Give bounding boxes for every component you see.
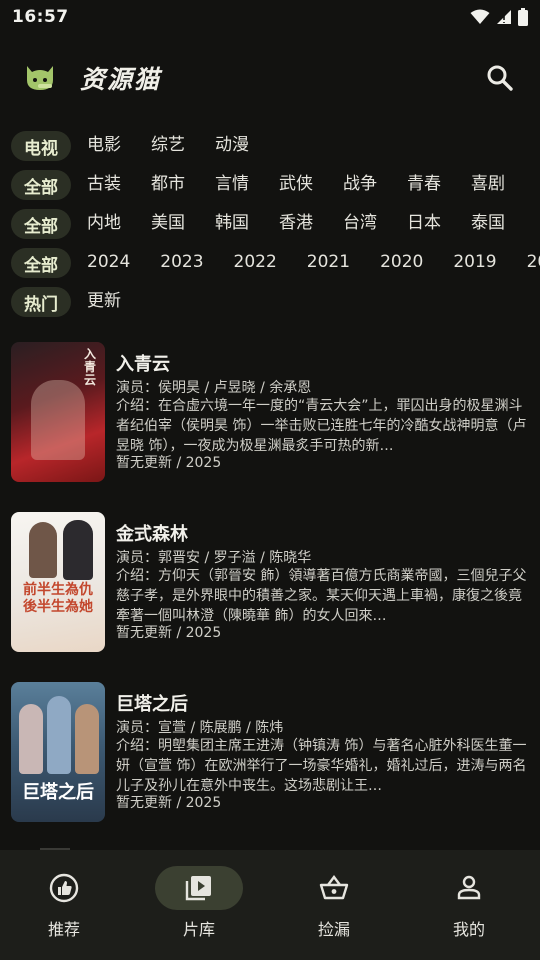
poster-text: 巨塔之后 (22, 782, 94, 803)
nav-label: 片库 (182, 920, 215, 939)
search-icon[interactable] (484, 62, 516, 94)
person-icon (457, 875, 481, 900)
item-title: 金式森林 (116, 524, 188, 545)
app-bar: 资源猫 (0, 44, 540, 112)
filter-option[interactable]: 20 (527, 250, 540, 274)
status-bar: 16:57 (0, 0, 540, 34)
filter-option[interactable]: 2020 (380, 250, 423, 274)
filter-option[interactable]: 更新 (87, 289, 121, 313)
filter-row-region: 全部 内地 美国 韩国 香港 台湾 日本 泰国 (0, 204, 540, 243)
filter-option[interactable]: 2021 (307, 250, 350, 274)
video-library-icon (185, 876, 211, 901)
item-description: 介绍：明塱集团主席王进涛（钟镇涛 饰）与著名心脏外科医生董一妍（宣萱 饰）在欧洲… (116, 738, 527, 794)
signal-icon (497, 10, 511, 24)
nav-item-profile[interactable]: 我的 (405, 850, 540, 960)
filter-option[interactable]: 香港 (279, 211, 313, 235)
filter-option[interactable]: 武侠 (279, 172, 313, 196)
filter-panel: 电视 电影 综艺 动漫 全部 古装 都市 言情 武侠 战争 青春 喜剧 全部 内… (0, 126, 540, 321)
filter-option[interactable]: 综艺 (151, 133, 185, 157)
filter-row-year: 全部 2024 2023 2022 2021 2020 2019 20 (0, 243, 540, 282)
filter-chip-selected[interactable]: 全部 (11, 170, 71, 200)
filter-option[interactable]: 言情 (215, 172, 249, 196)
filter-option[interactable]: 内地 (87, 211, 121, 235)
filter-row-sort: 热门 更新 (0, 282, 540, 321)
filter-option[interactable]: 古装 (87, 172, 121, 196)
item-cast: 演员：郭晋安 / 罗子溢 / 陈晓华 (116, 550, 312, 566)
nav-label: 我的 (452, 920, 485, 939)
filter-option[interactable]: 韩国 (215, 211, 249, 235)
filter-option[interactable]: 青春 (407, 172, 441, 196)
status-icons (470, 8, 528, 26)
filter-option[interactable]: 喜剧 (471, 172, 505, 196)
item-meta: 暂无更新 / 2025 (116, 625, 222, 641)
filter-option[interactable]: 日本 (407, 211, 441, 235)
filter-chip-selected[interactable]: 全部 (11, 248, 71, 278)
item-description: 介绍：在合虚六境一年一度的“青云大会”上，罪囚出身的极星渊斗者纪伯宰（侯明昊 饰… (116, 398, 527, 454)
filter-option[interactable]: 2019 (453, 250, 496, 274)
nav-label: 捡漏 (317, 920, 350, 939)
list-item[interactable]: 巨塔之后 巨塔之后 演员：宣萱 / 陈展鹏 / 陈炜 介绍：明塱集团主席王进涛（… (0, 672, 540, 822)
poster-image: 入青云 (11, 342, 105, 482)
item-cast: 演员：宣萱 / 陈展鹏 / 陈炜 (116, 720, 284, 736)
bottom-nav: 推荐 片库 捡漏 我的 (0, 850, 540, 960)
app-title: 资源猫 (80, 65, 162, 94)
battery-icon (518, 8, 528, 26)
filter-row-genre: 全部 古装 都市 言情 武侠 战争 青春 喜剧 (0, 165, 540, 204)
list-item[interactable]: 入青云 入青云 演员：侯明昊 / 卢昱晓 / 余承恩 介绍：在合虚六境一年一度的… (0, 332, 540, 482)
filter-option[interactable]: 2024 (87, 250, 130, 274)
filter-option[interactable]: 台湾 (343, 211, 377, 235)
filter-option[interactable]: 2022 (234, 250, 277, 274)
filter-row-type: 电视 电影 综艺 动漫 (0, 126, 540, 165)
poster-text: 入青云 (83, 347, 96, 387)
cat-logo-icon (27, 66, 53, 90)
filter-option[interactable]: 动漫 (215, 133, 249, 157)
filter-option[interactable]: 2023 (160, 250, 203, 274)
filter-option[interactable]: 都市 (151, 172, 185, 196)
item-title: 巨塔之后 (116, 694, 188, 715)
status-time: 16:57 (12, 7, 69, 27)
nav-item-library[interactable]: 片库 (135, 850, 270, 960)
item-cast: 演员：侯明昊 / 卢昱晓 / 余承恩 (116, 380, 312, 396)
filter-chip-selected[interactable]: 全部 (11, 209, 71, 239)
filter-option[interactable]: 电影 (87, 133, 121, 157)
filter-option[interactable]: 泰国 (471, 211, 505, 235)
poster-text: 前半生為仇 後半生為她 (23, 582, 93, 615)
filter-option[interactable]: 战争 (343, 172, 377, 196)
wifi-icon (470, 9, 490, 24)
nav-label: 推荐 (47, 920, 80, 939)
filter-chip-selected[interactable]: 热门 (11, 287, 71, 317)
nav-item-recommend[interactable]: 推荐 (0, 850, 135, 960)
item-meta: 暂无更新 / 2025 (116, 795, 222, 811)
poster-image: 巨塔之后 (11, 682, 105, 822)
filter-option[interactable]: 美国 (151, 211, 185, 235)
filter-chip-selected[interactable]: 电视 (11, 131, 71, 161)
thumb-up-icon (49, 873, 79, 903)
item-title: 入青云 (116, 354, 170, 375)
basket-icon (319, 875, 349, 900)
item-description: 介绍：方仰天（郭晉安 飾）領導著百億方氏商業帝國，三個兒子父慈子孝，是外界眼中的… (116, 568, 527, 624)
item-meta: 暂无更新 / 2025 (116, 455, 222, 471)
poster-image: 前半生為仇 後半生為她 (11, 512, 105, 652)
list-item[interactable]: 前半生為仇 後半生為她 金式森林 演员：郭晋安 / 罗子溢 / 陈晓华 介绍：方… (0, 502, 540, 652)
nav-item-deals[interactable]: 捡漏 (270, 850, 405, 960)
